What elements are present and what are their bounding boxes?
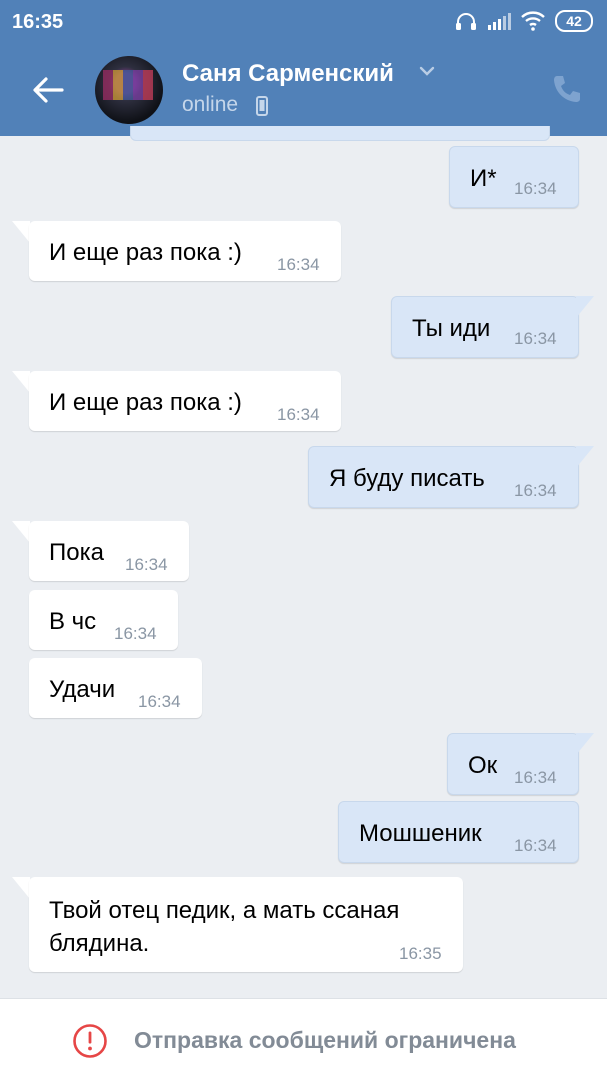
mobile-icon xyxy=(256,96,268,116)
message-outgoing[interactable]: Ок 16:34 xyxy=(447,733,579,795)
message-incoming[interactable]: Твой отец педик, а мать ссаная блядина. … xyxy=(29,877,463,972)
message-time: 16:34 xyxy=(277,405,320,424)
message-time: 16:34 xyxy=(514,768,557,787)
avatar[interactable] xyxy=(95,56,163,124)
bubble-tail xyxy=(12,521,30,543)
message-time: 16:34 xyxy=(114,624,157,643)
app-header: 16:35 42 Саня Сарменский online xyxy=(0,0,607,136)
message-incoming[interactable]: Пока 16:34 xyxy=(29,521,189,581)
message-time: 16:34 xyxy=(514,836,557,855)
message-outgoing[interactable]: Я буду писать 16:34 xyxy=(308,446,579,508)
message-text: Ок xyxy=(468,752,498,779)
status-icons: 42 xyxy=(455,10,593,32)
message-restriction-bar: Отправка сообщений ограничена xyxy=(0,998,607,1081)
warning-circle-icon xyxy=(73,1024,107,1058)
message-outgoing[interactable]: Ты иди 16:34 xyxy=(391,296,579,358)
bubble-tail xyxy=(576,446,594,468)
message-text: И еще раз пока :) xyxy=(49,389,242,416)
bubble-tail xyxy=(576,733,594,755)
message-text: И еще раз пока :) xyxy=(49,239,242,266)
message-time: 16:34 xyxy=(514,179,557,198)
message-text: И* xyxy=(470,165,497,192)
message-time: 16:34 xyxy=(514,481,557,500)
message-time: 16:34 xyxy=(138,692,181,711)
message-text-line-2: блядина. xyxy=(49,930,150,957)
bubble-tail xyxy=(12,877,30,899)
bubble-tail xyxy=(12,221,30,243)
message-time: 16:34 xyxy=(277,255,320,274)
message-outgoing[interactable]: Мошшеник 16:34 xyxy=(338,801,579,863)
phone-icon[interactable] xyxy=(550,72,584,106)
message-text: Я буду писать xyxy=(329,465,485,492)
message-text: Удачи xyxy=(49,676,116,703)
message-time: 16:34 xyxy=(514,329,557,348)
bubble-tail xyxy=(12,371,30,393)
presence-status: online xyxy=(182,93,239,116)
status-time: 16:35 xyxy=(12,11,64,33)
message-incoming[interactable]: И еще раз пока :) 16:34 xyxy=(29,221,341,281)
message-time: 16:34 xyxy=(125,555,168,574)
restriction-text: Отправка сообщений ограничена xyxy=(134,1027,516,1053)
status-bar: 16:35 42 xyxy=(0,0,607,44)
message-incoming[interactable]: Удачи 16:34 xyxy=(29,658,202,718)
message-text: Ты иди xyxy=(412,315,491,342)
message-text-line-1: Твой отец педик, а мать ссаная xyxy=(49,897,400,924)
chat-header: Саня Сарменский online xyxy=(0,44,607,136)
message-outgoing[interactable]: И* 16:34 xyxy=(449,146,579,208)
message-bubble-partial xyxy=(130,126,550,141)
message-text: Пока xyxy=(49,539,104,566)
chevron-down-icon[interactable] xyxy=(418,62,436,80)
back-arrow-icon[interactable] xyxy=(30,72,66,108)
contact-name[interactable]: Саня Сарменский xyxy=(182,60,394,88)
message-text: В чс xyxy=(49,608,97,635)
signal-icon xyxy=(488,13,511,30)
wifi-icon xyxy=(521,11,545,31)
battery-icon: 42 xyxy=(555,10,593,32)
message-text: Мошшеник xyxy=(359,820,482,847)
message-time: 16:35 xyxy=(399,944,442,963)
message-incoming[interactable]: В чс 16:34 xyxy=(29,590,178,650)
bubble-tail xyxy=(576,296,594,318)
message-incoming[interactable]: И еще раз пока :) 16:34 xyxy=(29,371,341,431)
headphones-icon xyxy=(456,13,476,30)
